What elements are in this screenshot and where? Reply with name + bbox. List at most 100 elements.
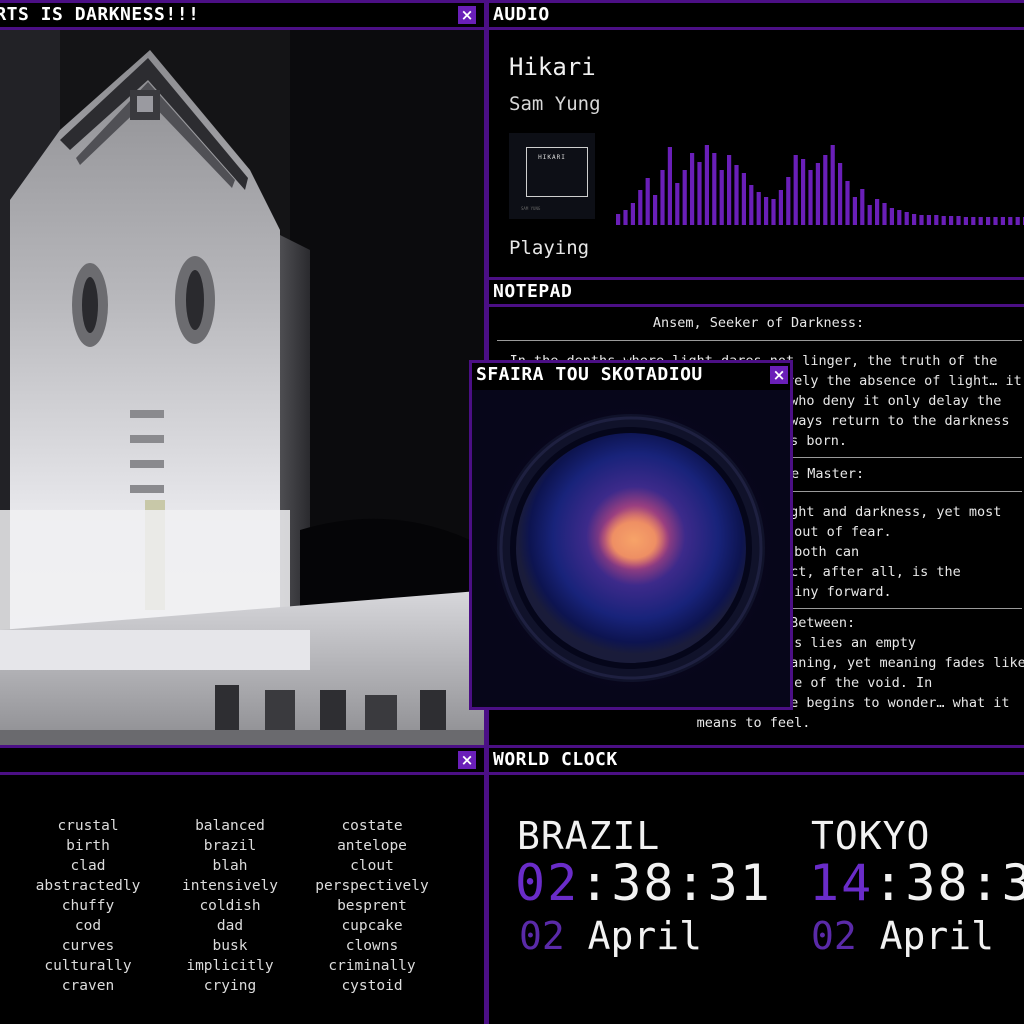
visualizer-bar: [889, 208, 894, 225]
photo-svg: [0, 30, 484, 745]
album-art-title: HIKARI: [538, 154, 566, 161]
clock-city: BRAZIL: [517, 814, 661, 858]
clock-date: 02 April: [519, 914, 702, 958]
word-column: crustal birth clad abstractedly chuffy c…: [28, 816, 148, 996]
visualizer-bar: [978, 217, 983, 225]
visualizer-bar: [786, 177, 791, 225]
note-author: Ansem, Seeker of Darkness:: [652, 315, 865, 331]
visualizer-bar: [949, 216, 954, 225]
visualizer-bar: [704, 145, 709, 225]
playback-status: Playing: [509, 237, 590, 259]
notepad-window-title[interactable]: NOTEPAD: [489, 280, 1024, 307]
word-item: clad: [70, 858, 106, 874]
world-clock-window: WORLD CLOCK BRAZIL 02:38:31 02 April TOK…: [486, 745, 1024, 1024]
visualizer-bar: [727, 155, 732, 225]
image-viewer-window: ARTS IS DARKNESS!!! ×: [0, 0, 487, 748]
album-art: HIKARI SAM YUNG: [509, 133, 595, 219]
close-icon[interactable]: ×: [458, 6, 476, 24]
clock-month: April: [587, 914, 703, 958]
word-item: clowns: [345, 938, 399, 954]
visualizer-bar: [682, 170, 687, 225]
word-item: coldish: [199, 898, 261, 914]
visualizer-bar: [719, 170, 724, 225]
visualizer-bar: [882, 203, 887, 225]
visualizer-bar: [993, 217, 998, 225]
visualizer-bar: [971, 217, 976, 225]
word-item: cupcake: [341, 918, 403, 934]
clock-minutes-seconds: :38:31: [873, 854, 1024, 912]
clock-time: 14:38:31: [809, 854, 1024, 912]
word-item: implicitly: [186, 958, 274, 974]
visualizer-bar: [749, 185, 754, 225]
visualizer-bar: [912, 214, 917, 225]
dark-sphere-viewer: [472, 390, 790, 707]
clock-time: 02:38:31: [515, 854, 772, 912]
word-item: curves: [61, 938, 115, 954]
dark-photo: [0, 30, 484, 745]
visualizer-bar: [808, 170, 813, 225]
word-item: busk: [212, 938, 248, 954]
close-icon[interactable]: ×: [458, 751, 476, 769]
clock-hour: 14: [809, 854, 874, 912]
sfaira-window-title[interactable]: SFAIRA TOU SKOTADIOU: [472, 363, 790, 390]
visualizer-bar: [926, 215, 931, 225]
visualizer-bar: [712, 153, 717, 225]
visualizer-bar: [690, 153, 695, 225]
album-art-subtitle: SAM YUNG: [521, 206, 541, 211]
visualizer-bar: [667, 147, 672, 225]
word-item: culturally: [44, 958, 132, 974]
visualizer-bar: [675, 183, 680, 225]
audio-player-window: AUDIO Hikari Sam Yung HIKARI SAM YUNG Pl…: [486, 0, 1024, 280]
word-item: intensively: [181, 878, 279, 894]
word-window-title[interactable]: [0, 748, 484, 775]
visualizer-bar: [830, 145, 835, 225]
visualizer-bar: [778, 190, 783, 225]
word-item: antelope: [337, 838, 407, 854]
clock-window-title[interactable]: WORLD CLOCK: [489, 748, 1024, 775]
visualizer-bar: [815, 163, 820, 225]
clock-day: 02: [519, 914, 565, 958]
visualizer-bar: [623, 210, 628, 225]
word-item: cystoid: [341, 978, 403, 994]
visualizer-bar: [823, 155, 828, 225]
visualizer-bar: [764, 197, 769, 225]
visualizer-bar: [793, 155, 798, 225]
visualizer-bar: [867, 205, 872, 225]
visualizer-bar: [645, 178, 650, 225]
word-item: abstractedly: [35, 878, 141, 894]
word-item: besprent: [337, 898, 407, 914]
visualizer-bar: [771, 199, 776, 225]
visualizer-bar: [801, 159, 806, 225]
word-item: perspectively: [315, 878, 429, 894]
visualizer-bar: [1015, 217, 1020, 225]
word-item: dad: [216, 918, 244, 934]
clock-city: TOKYO: [811, 814, 931, 858]
visualizer-bar: [741, 173, 746, 225]
word-item: blah: [212, 858, 248, 874]
visualizer-bar: [697, 162, 702, 225]
word-list-window: × crustal birth clad abstractedly chuffy…: [0, 745, 487, 1024]
clock-hour: 02: [515, 854, 580, 912]
clock-day: 02: [811, 914, 857, 958]
visualizer-bar: [934, 215, 939, 225]
visualizer-bar: [904, 212, 909, 225]
word-column: balanced brazil blah intensively coldish…: [170, 816, 290, 996]
close-icon[interactable]: ×: [770, 366, 788, 384]
word-item: crustal: [57, 818, 119, 834]
visualizer-bar: [941, 216, 946, 225]
word-item: balanced: [195, 818, 265, 834]
word-item: chuffy: [61, 898, 115, 914]
image-window-title[interactable]: ARTS IS DARKNESS!!!: [0, 3, 484, 30]
word-item: costate: [341, 818, 403, 834]
word-item: clout: [350, 858, 394, 874]
track-title: Hikari: [509, 53, 596, 81]
visualizer-bar: [919, 215, 924, 225]
word-item: cod: [74, 918, 102, 934]
visualizer-bar: [616, 214, 621, 225]
dark-sphere-svg: [476, 393, 786, 703]
visualizer-bar: [852, 197, 857, 225]
visualizer-bar: [638, 190, 643, 225]
audio-window-title[interactable]: AUDIO: [489, 3, 1024, 30]
sfaira-window: SFAIRA TOU SKOTADIOU ×: [469, 360, 793, 710]
clock-minutes-seconds: :38:31: [579, 854, 772, 912]
